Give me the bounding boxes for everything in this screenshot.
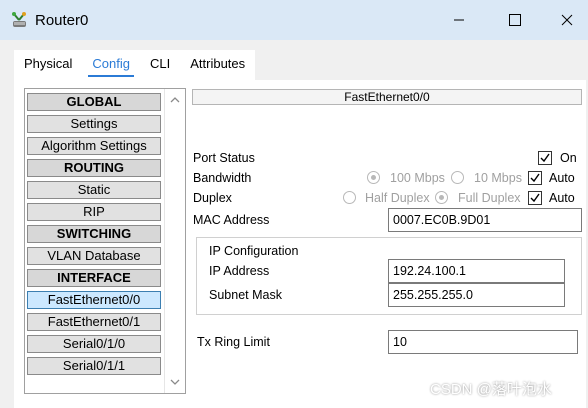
duplex-label: Duplex bbox=[193, 191, 232, 205]
sidebar-item-serial0-1-0[interactable]: Serial0/1/0 bbox=[27, 335, 161, 353]
interface-title: FastEthernet0/0 bbox=[192, 89, 582, 105]
checkmark-icon bbox=[530, 173, 540, 183]
tab-bar: Physical Config CLI Attributes bbox=[14, 50, 256, 80]
sidebar-item-fastethernet0-1[interactable]: FastEthernet0/1 bbox=[27, 313, 161, 331]
sidebar-item-rip[interactable]: RIP bbox=[27, 203, 161, 221]
sidebar-item-settings[interactable]: Settings bbox=[27, 115, 161, 133]
subnet-mask-label: Subnet Mask bbox=[209, 288, 282, 302]
sidebar-item-fastethernet0-0[interactable]: FastEthernet0/0 bbox=[27, 291, 161, 309]
tx-ring-limit-label: Tx Ring Limit bbox=[197, 335, 270, 349]
tab-config[interactable]: Config bbox=[82, 50, 140, 80]
tab-physical[interactable]: Physical bbox=[14, 50, 82, 80]
sidebar-header-routing: ROUTING bbox=[27, 159, 161, 177]
minimize-icon bbox=[454, 19, 464, 21]
ip-address-input[interactable]: 192.24.100.1 bbox=[388, 259, 565, 283]
sidebar-item-static[interactable]: Static bbox=[27, 181, 161, 199]
router-icon bbox=[10, 11, 28, 29]
half-duplex-radio[interactable] bbox=[343, 191, 356, 204]
duplex-auto-checkbox[interactable] bbox=[528, 191, 542, 205]
bandwidth-100-label: 100 Mbps bbox=[390, 171, 445, 185]
sidebar-item-algorithm-settings[interactable]: Algorithm Settings bbox=[27, 137, 161, 155]
half-duplex-label: Half Duplex bbox=[365, 191, 430, 205]
duplex-auto-label: Auto bbox=[549, 191, 575, 205]
sidebar-header-switching: SWITCHING bbox=[27, 225, 161, 243]
close-button[interactable] bbox=[546, 6, 588, 34]
mac-address-label: MAC Address bbox=[193, 213, 270, 227]
mac-address-field[interactable]: 0007.EC0B.9D01 bbox=[388, 208, 582, 232]
window-title: Router0 bbox=[35, 12, 89, 29]
title-bar: Router0 bbox=[0, 0, 588, 40]
bandwidth-10-label: 10 Mbps bbox=[474, 171, 522, 185]
checkmark-icon bbox=[540, 153, 550, 163]
subnet-mask-input[interactable]: 255.255.255.0 bbox=[388, 283, 565, 307]
sidebar-scrollbar[interactable] bbox=[164, 89, 185, 393]
bandwidth-100-radio[interactable] bbox=[367, 171, 380, 184]
config-sidebar: GLOBAL Settings Algorithm Settings ROUTI… bbox=[24, 88, 186, 394]
sidebar-header-interface: INTERFACE bbox=[27, 269, 161, 287]
window-body: Physical Config CLI Attributes GLOBAL Se… bbox=[0, 40, 588, 408]
scroll-down-icon[interactable] bbox=[169, 377, 181, 387]
ip-configuration-title: IP Configuration bbox=[209, 244, 299, 258]
close-icon bbox=[561, 14, 573, 26]
port-status-checkbox[interactable] bbox=[538, 151, 552, 165]
full-duplex-radio[interactable] bbox=[435, 191, 448, 204]
sidebar-header-global: GLOBAL bbox=[27, 93, 161, 111]
full-duplex-label: Full Duplex bbox=[458, 191, 521, 205]
checkmark-icon bbox=[530, 193, 540, 203]
config-panel: GLOBAL Settings Algorithm Settings ROUTI… bbox=[14, 80, 586, 408]
tab-attributes[interactable]: Attributes bbox=[180, 50, 255, 80]
sidebar-item-vlan-database[interactable]: VLAN Database bbox=[27, 247, 161, 265]
ip-address-label: IP Address bbox=[209, 264, 270, 278]
watermark: CSDN @落叶泡水 bbox=[430, 381, 552, 398]
scroll-up-icon[interactable] bbox=[169, 95, 181, 105]
sidebar-item-serial0-1-1[interactable]: Serial0/1/1 bbox=[27, 357, 161, 375]
maximize-icon bbox=[509, 14, 521, 26]
tab-cli[interactable]: CLI bbox=[140, 50, 180, 80]
port-status-on-label: On bbox=[560, 151, 577, 165]
port-status-label: Port Status bbox=[193, 151, 255, 165]
tx-ring-limit-input[interactable]: 10 bbox=[388, 330, 578, 354]
bandwidth-auto-label: Auto bbox=[549, 171, 575, 185]
bandwidth-10-radio[interactable] bbox=[451, 171, 464, 184]
bandwidth-label: Bandwidth bbox=[193, 171, 252, 185]
minimize-button[interactable] bbox=[438, 6, 480, 34]
bandwidth-auto-checkbox[interactable] bbox=[528, 171, 542, 185]
maximize-button[interactable] bbox=[494, 6, 536, 34]
